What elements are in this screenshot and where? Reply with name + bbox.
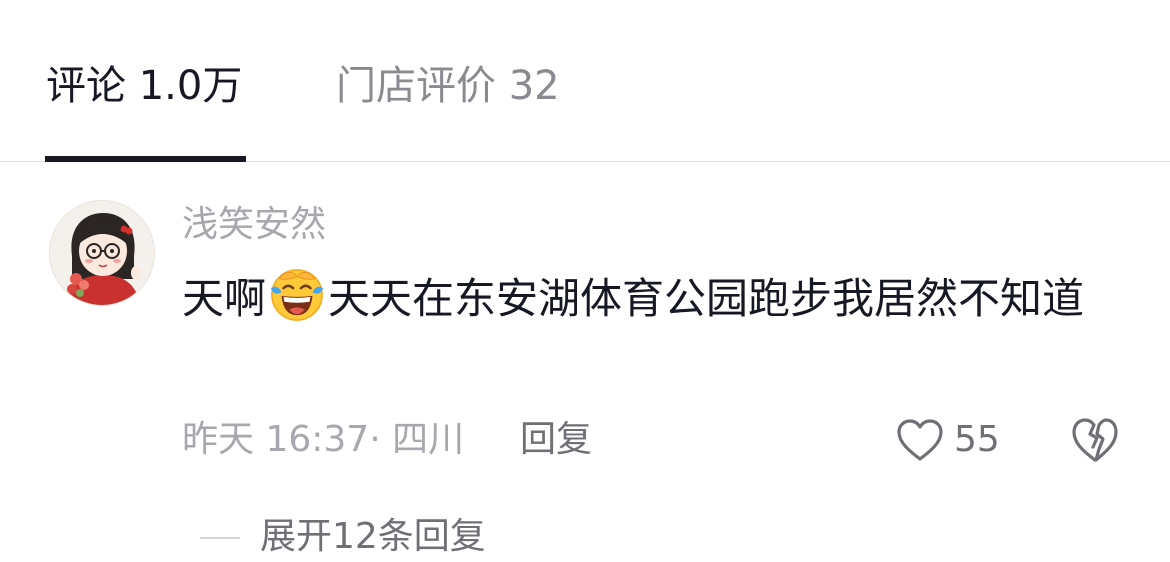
comment-text: 天啊 天天在东安湖体育公园跑步我居然不知道 [182,264,1132,334]
expand-replies-link[interactable]: 展开12条回复 [200,512,486,562]
active-tab-indicator [45,156,246,162]
dislike-button[interactable] [1070,416,1120,464]
comment-meta: 昨天 16:37· 四川 [182,419,465,460]
comment-text-part-1: 天啊 [182,274,267,323]
expand-replies-divider [200,537,240,539]
like-button[interactable]: 55 [896,414,1000,466]
heart-icon [897,419,943,461]
tab-store-reviews[interactable]: 门店评价 32 [336,56,560,116]
comment-text-part-2: 天天在东安湖体育公园跑步我居然不知道 [328,274,1085,323]
avatar-illustration [50,201,154,305]
broken-heart-icon [1072,418,1118,462]
expand-replies-label: 展开12条回复 [260,516,486,557]
tab-comments[interactable]: 评论 1.0万 [46,56,242,116]
reply-button[interactable]: 回复 [520,414,592,466]
avatar[interactable] [49,200,155,306]
like-count: 55 [954,419,1000,460]
tab-bar: 评论 1.0万 门店评价 32 [0,0,1170,162]
comment-username[interactable]: 浅笑安然 [182,200,326,250]
laughing-crying-emoji-icon [270,269,324,321]
